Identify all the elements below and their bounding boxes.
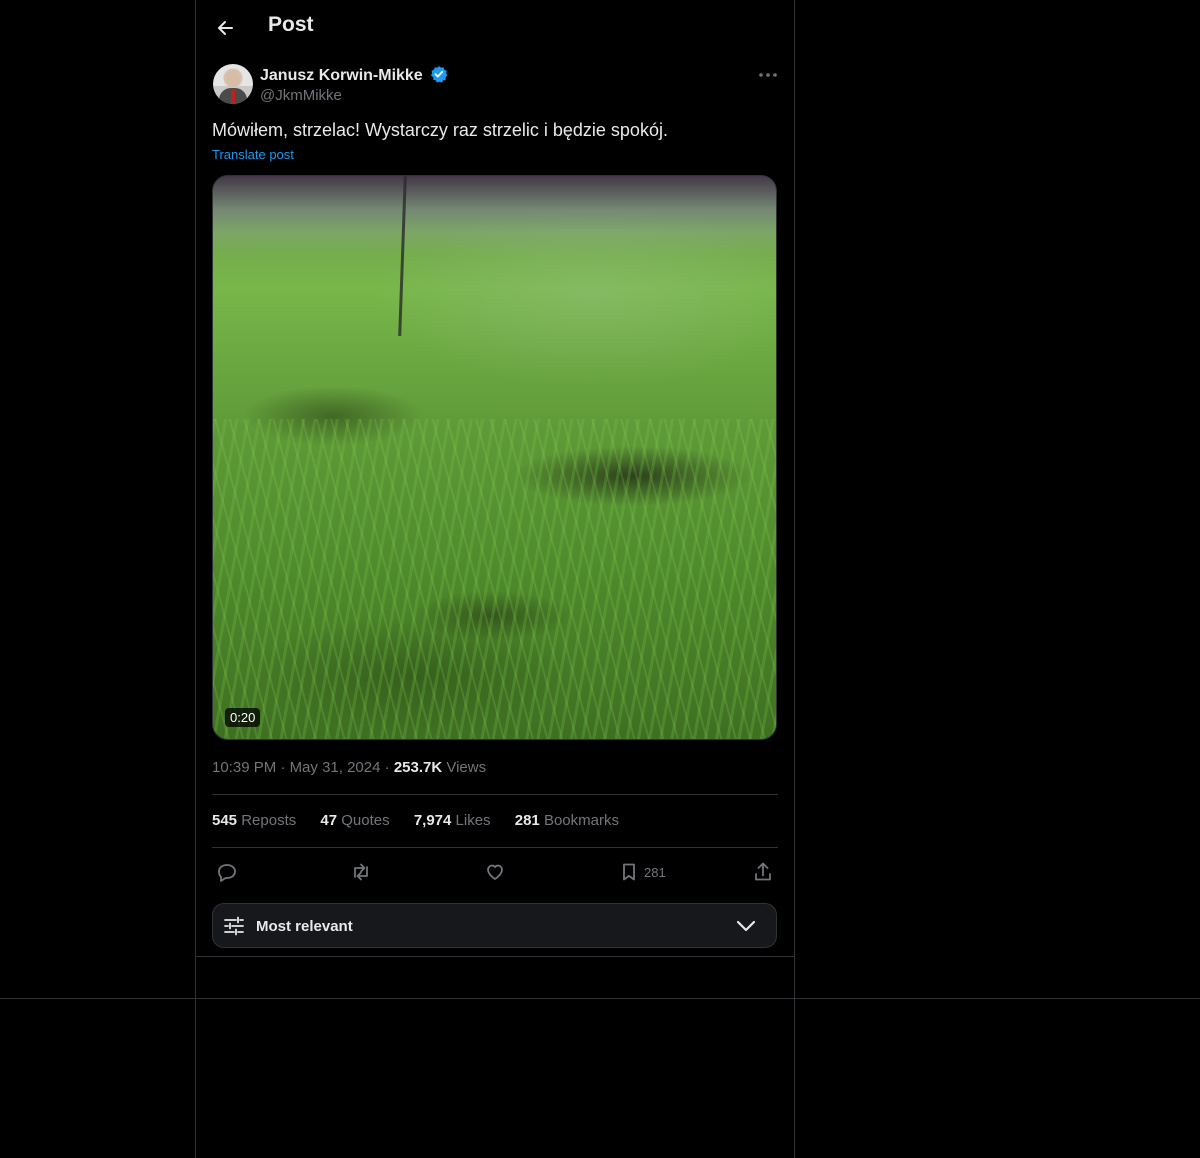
reposts-label: Reposts	[241, 812, 297, 829]
header: Post	[196, 0, 794, 56]
back-button[interactable]	[210, 12, 242, 44]
post-date[interactable]: May 31, 2024	[290, 759, 381, 776]
repost-button[interactable]	[347, 858, 375, 886]
replies-sort-dropdown[interactable]: Most relevant	[212, 903, 777, 948]
divider	[212, 794, 778, 795]
avatar-tie	[231, 89, 235, 103]
quotes-label: Quotes	[341, 812, 390, 829]
author-name-text: Janusz Korwin-Mikke	[260, 67, 423, 84]
bookmark-count: 281	[644, 865, 666, 880]
divider	[212, 847, 778, 848]
repost-icon	[354, 863, 368, 881]
avatar-face	[226, 70, 240, 87]
more-options-button[interactable]	[756, 64, 780, 86]
quotes-count: 47	[320, 812, 338, 829]
post-text: Mówiłem, strzelac! Wystarczy raz strzeli…	[212, 120, 668, 140]
quotes-stat[interactable]: 47 Quotes	[320, 812, 389, 829]
post-time[interactable]: 10:39 PM	[212, 759, 276, 776]
more-dots-icon	[759, 73, 777, 77]
author-handle[interactable]: @JkmMikke	[260, 87, 342, 104]
video-frame-grass	[213, 419, 776, 739]
arrow-left-icon	[218, 21, 233, 35]
meta-dot: ·	[384, 759, 394, 776]
divider	[196, 956, 794, 957]
meta-dot: ·	[280, 759, 290, 776]
like-button[interactable]	[481, 858, 509, 886]
translate-post-link[interactable]: Translate post	[212, 147, 294, 162]
reply-button[interactable]	[213, 858, 241, 886]
reply-icon	[218, 864, 236, 882]
likes-count: 7,974	[413, 812, 452, 829]
page-title: Post	[268, 13, 314, 36]
post-stats: 545 Reposts 47 Quotes 7,974 Likes 281 Bo…	[212, 812, 639, 829]
likes-label: Likes	[455, 812, 491, 829]
sliders-icon	[224, 916, 244, 936]
share-button[interactable]	[749, 858, 777, 886]
post-meta: 10:39 PM · May 31, 2024 · 253.7K Views	[212, 759, 486, 776]
bookmarks-label: Bookmarks	[543, 812, 619, 829]
reposts-count: 545	[212, 812, 238, 829]
author-name[interactable]: Janusz Korwin-Mikke	[260, 65, 448, 85]
bookmark-icon	[623, 863, 635, 881]
video-duration-badge: 0:20	[225, 708, 261, 727]
video-frame-stick	[398, 176, 407, 337]
bookmarks-count: 281	[514, 812, 540, 829]
bookmark-button[interactable]	[615, 858, 643, 886]
share-icon	[755, 862, 771, 881]
post-column: Post Janusz Korwin-Mikke @JkmMikke Mówił…	[195, 0, 795, 1158]
sort-label: Most relevant	[256, 918, 353, 935]
verified-badge-icon	[431, 66, 448, 83]
chevron-down-icon	[736, 920, 756, 932]
likes-stat[interactable]: 7,974 Likes	[414, 812, 491, 829]
views-count: 253.7K	[393, 759, 443, 776]
views-label: Views	[446, 759, 487, 776]
bookmarks-stat[interactable]: 281 Bookmarks	[515, 812, 619, 829]
avatar[interactable]	[213, 64, 253, 104]
heart-icon	[487, 864, 503, 880]
video-player[interactable]: 0:20	[212, 175, 777, 740]
reposts-stat[interactable]: 545 Reposts	[212, 812, 296, 829]
